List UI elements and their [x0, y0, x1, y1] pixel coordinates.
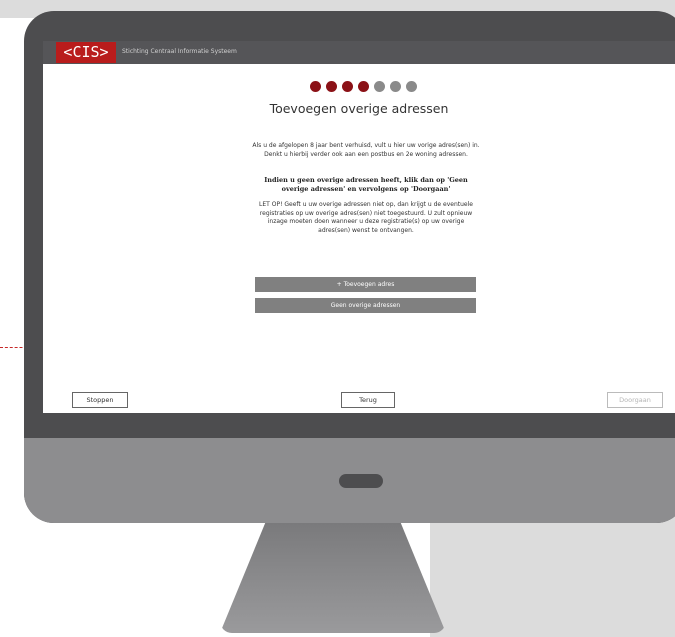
back-button[interactable]: Terug	[341, 392, 395, 408]
progress-dot	[342, 81, 353, 92]
no-other-addresses-button[interactable]: Geen overige adressen	[255, 298, 476, 313]
monitor-stand	[220, 523, 446, 633]
progress-dot	[374, 81, 385, 92]
intro-text: Als u de afgelopen 8 jaar bent verhuisd,…	[252, 142, 480, 158]
stop-button[interactable]: Stoppen	[72, 392, 128, 408]
app-header: <CIS> Stichting Centraal Informatie Syst…	[43, 41, 675, 64]
add-address-button[interactable]: + Toevoegen adres	[255, 277, 476, 292]
warning-text: LET OP! Geeft u uw overige adressen niet…	[259, 201, 473, 234]
progress-dot	[358, 81, 369, 92]
instruction-text: Indien u geen overige adressen heeft, kl…	[264, 176, 468, 193]
cis-logo: <CIS>	[56, 42, 116, 63]
page-title: Toevoegen overige adressen	[269, 101, 449, 116]
brand-name: Stichting Centraal Informatie Systeem	[122, 48, 237, 55]
power-indicator	[339, 474, 383, 488]
progress-dot	[310, 81, 321, 92]
progress-dot	[390, 81, 401, 92]
progress-dot	[406, 81, 417, 92]
progress-dot	[326, 81, 337, 92]
continue-button[interactable]: Doorgaan	[607, 392, 663, 408]
monitor-screen: <CIS> Stichting Centraal Informatie Syst…	[43, 41, 675, 413]
progress-indicator	[310, 81, 417, 92]
